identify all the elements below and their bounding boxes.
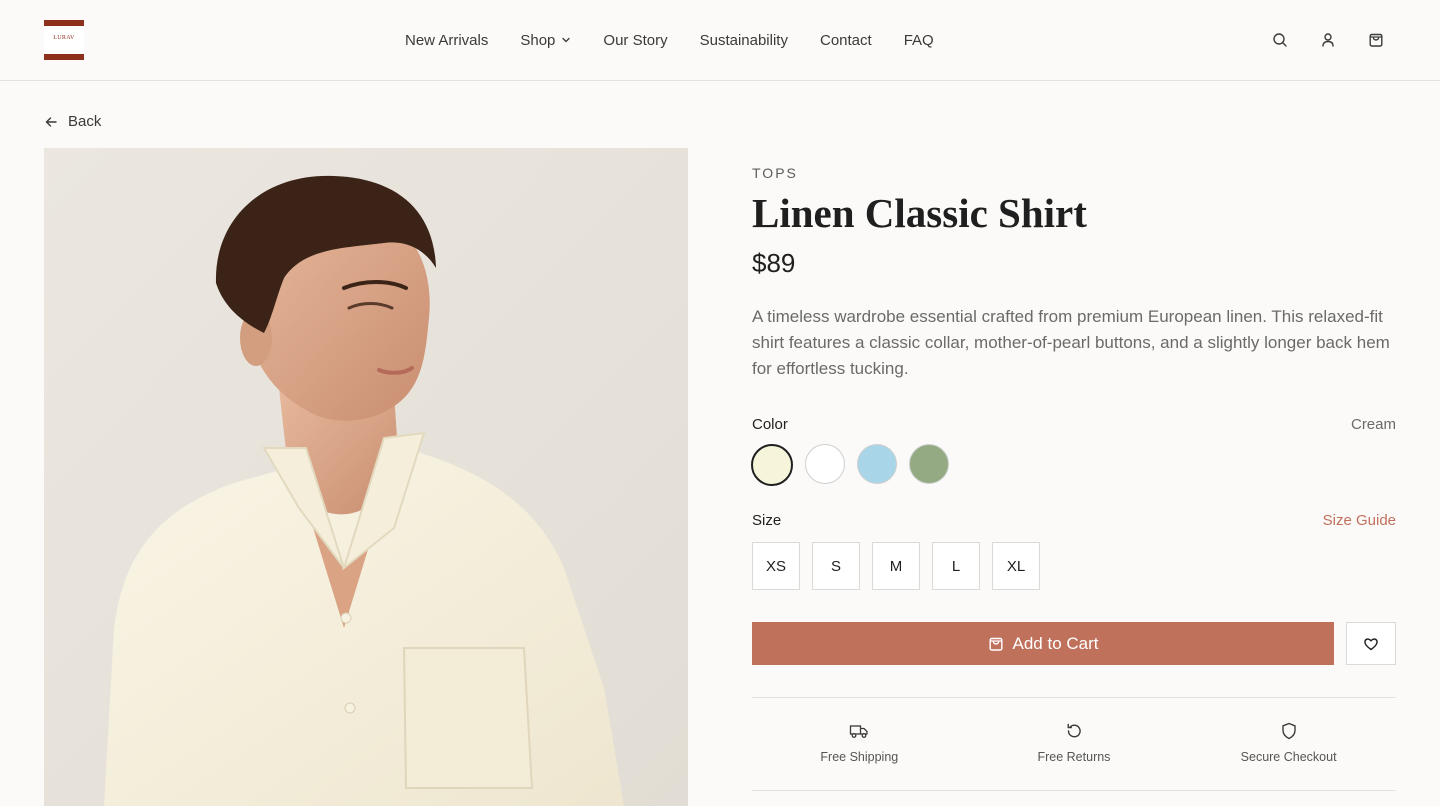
size-guide-link[interactable]: Size Guide [1323,512,1396,529]
brand-logo[interactable]: LURAV [44,20,84,60]
back-label: Back [68,113,102,130]
nav-label: FAQ [903,31,934,49]
size-header: Size Size Guide [752,510,1396,530]
nav-label: Sustainability [699,31,788,49]
feature-list: Free Shipping Free Returns Secure Checko… [752,720,1396,772]
chevron-down-icon [562,37,571,43]
user-icon [1322,33,1334,47]
size-option-m[interactable]: M [872,542,920,590]
product-description: A timeless wardrobe essential crafted fr… [752,307,1390,378]
header-actions [1240,30,1384,50]
product-price: $89 [752,248,796,278]
shopping-bag-icon [989,637,1003,651]
feature-label: Free Shipping [820,750,899,764]
site-header: LURAV New Arrivals Shop Our Story Sustai… [0,0,1440,81]
color-header: Color Cream [752,414,1396,434]
swatch-cream[interactable] [751,444,793,486]
divider-top [752,697,1396,698]
back-link[interactable]: Back [44,113,101,130]
shopping-bag-icon [1369,33,1383,47]
nav-sustainability[interactable]: Sustainability [700,32,788,49]
size-option-s[interactable]: S [812,542,860,590]
account-button[interactable] [1320,30,1336,50]
add-to-cart-button[interactable]: Add to Cart [752,622,1334,665]
nav-new-arrivals[interactable]: New Arrivals [405,32,488,49]
nav-label: Our Story [603,31,668,49]
feature-free-shipping: Free Shipping [752,720,967,772]
heart-icon [1364,637,1378,650]
swatch-sage[interactable] [909,444,949,484]
nav-label: Contact [819,31,872,49]
color-swatches [751,444,961,486]
feature-label: Secure Checkout [1240,750,1337,764]
size-label: Size [752,511,782,529]
color-label: Color [752,415,788,433]
product-title: Linen Classic Shirt [752,190,1087,236]
nav-label: New Arrivals [405,31,489,49]
nav-shop[interactable]: Shop [520,32,571,49]
rotate-ccw-icon [1067,723,1081,738]
selected-color-value: Cream [1350,415,1396,433]
logo-bar-top [44,20,84,26]
product-image [44,148,688,806]
wishlist-button[interactable] [1346,622,1396,665]
nav-contact[interactable]: Contact [820,32,872,49]
size-options: XS S M L XL [752,542,1052,590]
nav-label: Shop [520,31,556,49]
search-icon [1273,33,1287,47]
feature-secure-checkout: Secure Checkout [1181,720,1396,772]
swatch-sky-blue[interactable] [857,444,897,484]
feature-free-returns: Free Returns [967,720,1182,772]
divider-bottom [752,790,1396,791]
nav-our-story[interactable]: Our Story [603,32,667,49]
main-nav: New Arrivals Shop Our Story Sustainabili… [405,29,934,51]
size-option-l[interactable]: L [932,542,980,590]
arrow-left-icon [45,116,57,127]
size-option-xs[interactable]: XS [752,542,800,590]
size-option-xl[interactable]: XL [992,542,1040,590]
logo-text: LURAV [53,35,75,41]
shield-icon [1281,722,1296,740]
logo-bar-bottom [44,54,84,60]
swatch-white[interactable] [805,444,845,484]
cart-button[interactable] [1368,30,1384,50]
feature-label: Free Returns [1037,750,1111,764]
nav-faq[interactable]: FAQ [904,32,934,49]
truck-icon [850,725,868,738]
search-button[interactable] [1272,30,1288,50]
product-category: TOPS [752,165,798,181]
add-to-cart-label: Add to Cart [1012,633,1099,653]
